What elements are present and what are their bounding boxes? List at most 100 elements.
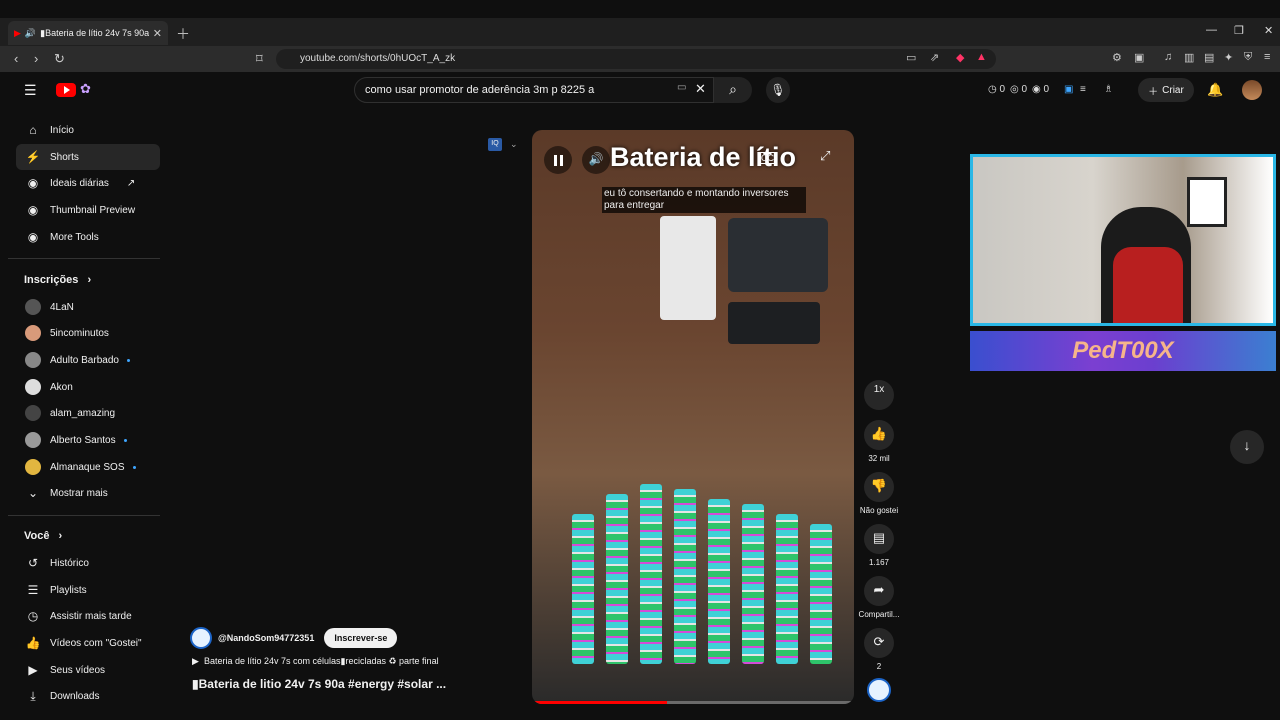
sidebar-item-inicio[interactable]: ⌂ Início xyxy=(16,117,160,143)
subscription-item[interactable]: Almanaque SOS xyxy=(16,454,160,480)
create-button[interactable]: ＋ Criar xyxy=(1138,78,1194,102)
streamer-shirt-image xyxy=(1113,247,1183,323)
subscribe-button[interactable]: Inscrever-se xyxy=(324,628,398,648)
tool-icon: ◉ xyxy=(27,176,39,190)
subscription-item[interactable]: Adulto Barbado xyxy=(16,347,160,373)
trophy-icon[interactable]: ♗ xyxy=(1104,84,1113,95)
sidebar-item-more-tools[interactable]: ◉ More Tools xyxy=(16,224,160,250)
subscriptions-heading[interactable]: Inscrições › xyxy=(24,274,91,286)
battery-stack xyxy=(708,499,730,664)
subscription-item[interactable]: Alberto Santos xyxy=(16,427,160,453)
youtube-favicon-icon: ▶ xyxy=(14,27,21,38)
menu-icon[interactable]: ≡ xyxy=(1264,51,1270,63)
volume-button[interactable]: 🔊 xyxy=(582,146,610,174)
chevron-down-icon[interactable]: ⌄ xyxy=(510,139,518,150)
pause-button[interactable] xyxy=(544,146,572,174)
search-button[interactable]: ⌕ xyxy=(714,77,752,103)
reload-icon[interactable]: ↻ xyxy=(54,51,65,67)
subscription-item[interactable]: 5incominutos xyxy=(16,320,160,346)
clear-search-icon[interactable]: ✕ xyxy=(695,81,706,97)
sidebar-item-watch-later[interactable]: ◷ Assistir mais tarde xyxy=(16,603,160,629)
sidebar-item-your-videos[interactable]: ▶ Seus vídeos xyxy=(16,657,160,683)
restore-icon[interactable]: ❐ xyxy=(1234,24,1244,37)
sidebar-item-ideias[interactable]: ◉ Ideais diárias ↗ xyxy=(16,170,160,196)
sidebar-item-label: Assistir mais tarde xyxy=(50,610,132,622)
you-heading[interactable]: Você › xyxy=(24,530,62,542)
audio-icon[interactable]: 🔊 xyxy=(25,28,36,39)
ai-icon[interactable]: ✦ xyxy=(1224,51,1233,64)
vpn-icon[interactable]: ⛨ xyxy=(1244,51,1252,64)
next-video-button[interactable]: ↓ xyxy=(1230,430,1264,464)
new-tab-icon[interactable]: ＋ xyxy=(176,24,190,44)
music-icon[interactable]: ♫ xyxy=(1164,51,1172,63)
rewards-icon[interactable]: ▲ xyxy=(976,51,987,63)
video-progress-bar[interactable] xyxy=(532,701,854,704)
sidebar-item-thumbnail-preview[interactable]: ◉ Thumbnail Preview xyxy=(16,197,160,223)
fullscreen-icon[interactable]: ⤢ xyxy=(820,148,830,164)
close-window-icon[interactable]: ✕ xyxy=(1264,24,1273,37)
close-tab-icon[interactable]: ✕ xyxy=(153,27,162,40)
extensions-icon[interactable]: ⚙ xyxy=(1112,51,1122,64)
search-input[interactable]: como usar promotor de aderência 3m p 822… xyxy=(354,77,714,103)
sidebar-item-downloads[interactable]: ⤓ Downloads xyxy=(16,683,160,709)
battery-stack xyxy=(810,524,832,664)
url-field[interactable]: youtube.com/shorts/0hUOcT_A_zk xyxy=(276,49,996,69)
captions-button[interactable]: CC xyxy=(758,152,777,164)
speed-label: 1x xyxy=(873,384,885,395)
progress-fill xyxy=(532,701,668,704)
video-caption: eu tô consertando e montando inversores … xyxy=(602,187,806,213)
brave-icon[interactable]: ◆ xyxy=(956,51,964,64)
dislike-button[interactable]: 👎 Não gostei xyxy=(858,472,900,515)
subscription-item[interactable]: alam_amazing xyxy=(16,400,160,426)
subscriptions-title: Inscrições xyxy=(24,274,79,286)
forward-icon[interactable]: › xyxy=(34,51,38,66)
sidebar-item-playlists[interactable]: ☰ Playlists xyxy=(16,577,160,603)
chevron-right-icon: › xyxy=(58,530,63,542)
list-icon[interactable]: ≡ xyxy=(1080,84,1086,95)
bookmark-icon[interactable]: ⌑ xyxy=(256,51,263,67)
back-icon[interactable]: ‹ xyxy=(14,51,18,66)
stat-counter: ◉ 0 xyxy=(1032,84,1050,95)
iq-extension-icon[interactable]: IQ xyxy=(488,138,502,151)
sidebar-item-shorts[interactable]: ⚡ Shorts xyxy=(16,144,160,170)
history-icon: ↺ xyxy=(27,556,39,570)
subscription-item[interactable]: 4LaN xyxy=(16,294,160,320)
iq-icon[interactable]: ▣ xyxy=(1064,84,1073,95)
notifications-icon[interactable]: 🔔 xyxy=(1207,82,1223,98)
voice-search-button[interactable]: 🎙 xyxy=(766,77,790,103)
like-button[interactable]: 👍 32 mil xyxy=(858,420,900,463)
keyboard-icon[interactable]: ▭ xyxy=(677,82,686,93)
caption-line: para entregar xyxy=(604,200,665,211)
subscription-item[interactable]: Akon xyxy=(16,374,160,400)
sidebar-item-label: Seus vídeos xyxy=(50,664,106,676)
account-avatar[interactable] xyxy=(1242,80,1262,100)
creator-handle[interactable]: @NandoSom94772351 xyxy=(218,633,314,643)
sound-avatar[interactable] xyxy=(858,678,900,706)
clock-icon: ◷ xyxy=(27,609,39,623)
show-more-button[interactable]: ⌄ Mostrar mais xyxy=(16,480,160,506)
battery-stack xyxy=(606,494,628,664)
extension-icon[interactable]: ▣ xyxy=(1134,51,1144,64)
creator-avatar[interactable] xyxy=(190,627,212,649)
video-title[interactable]: ▮Bateria de litio 24v 7s 90a #energy #so… xyxy=(192,677,446,691)
remix-button[interactable]: ⟳ 2 xyxy=(858,628,900,671)
wallet-icon[interactable]: ▤ xyxy=(1204,51,1214,64)
sidebar-item-label: More Tools xyxy=(50,231,99,243)
channel-avatar xyxy=(16,405,50,421)
comments-button[interactable]: ▤ 1.167 xyxy=(858,524,900,567)
cast-icon[interactable]: ▭ xyxy=(906,51,916,64)
sidebar-item-historico[interactable]: ↺ Histórico xyxy=(16,550,160,576)
speed-button[interactable]: 1x xyxy=(858,380,900,414)
url-text: youtube.com/shorts/0hUOcT_A_zk xyxy=(300,53,456,64)
share-button[interactable]: ➦ Compartil... xyxy=(858,576,900,619)
tab-title: ▮Bateria de lítio 24v 7s 90a # xyxy=(40,27,149,38)
sidebar-item-liked-videos[interactable]: 👍 Vídeos com "Gostei" xyxy=(16,630,160,656)
shorts-video-player[interactable]: Bateria de lítio eu tô consertando e mon… xyxy=(532,130,854,704)
share-icon[interactable]: ⇗ xyxy=(930,51,939,64)
sidebar-toggle-icon[interactable]: ▥ xyxy=(1184,51,1194,64)
minimize-icon[interactable]: — xyxy=(1206,24,1217,36)
sidebar-item-label: Histórico xyxy=(50,557,89,569)
chevron-down-icon: ⌄ xyxy=(27,486,39,500)
video-description[interactable]: ▶ Bateria de lítio 24v 7s com células▮re… xyxy=(192,656,439,667)
browser-tab[interactable]: ▶ 🔊 ▮Bateria de lítio 24v 7s 90a # ✕ xyxy=(8,21,168,45)
